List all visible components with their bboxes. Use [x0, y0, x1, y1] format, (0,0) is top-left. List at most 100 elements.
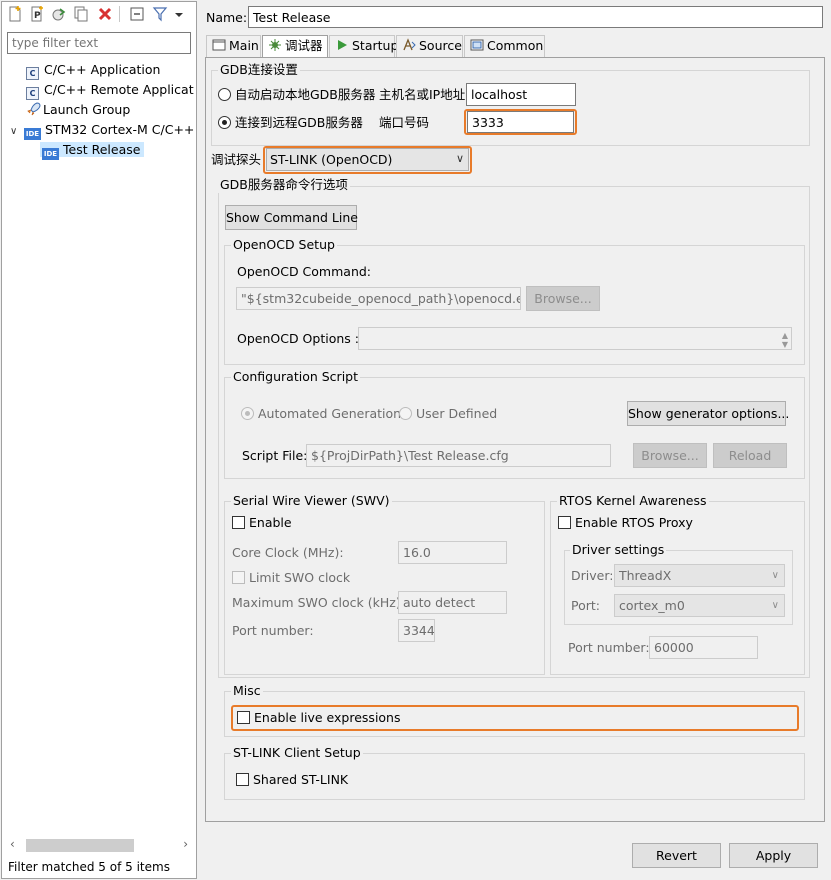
- host-label: 主机名或IP地址: [379, 87, 466, 102]
- openocd-browse-button[interactable]: Browse...: [526, 286, 600, 311]
- config-script-title: Configuration Script: [231, 369, 360, 385]
- filter-icon[interactable]: [152, 6, 168, 22]
- driver-select[interactable]: ThreadX ∨: [614, 564, 785, 587]
- swv-enable-checkbox[interactable]: Enable: [232, 515, 292, 531]
- toolbar-separator: [119, 6, 120, 22]
- chevron-down-icon: ∨: [771, 600, 779, 611]
- rtos-port-label: Port:: [571, 598, 600, 613]
- script-file-label: Script File:: [242, 448, 308, 463]
- collapse-all-icon[interactable]: [129, 6, 145, 22]
- tree-item-test-release[interactable]: IDE Test Release: [40, 140, 145, 160]
- tab-debugger[interactable]: 调试器: [262, 35, 328, 58]
- script-file-field[interactable]: ${ProjDirPath}\Test Release.cfg: [306, 444, 611, 467]
- port-label: 端口号码: [379, 115, 430, 130]
- tree-item-launch-group[interactable]: Launch Group: [26, 100, 130, 120]
- checkbox-icon: [232, 516, 245, 529]
- debug-probe-label: 调试探头: [211, 152, 262, 167]
- core-clock-label: Core Clock (MHz):: [232, 545, 344, 560]
- name-label: Name:: [206, 10, 248, 25]
- filter-input[interactable]: [7, 32, 191, 54]
- main-tab-icon: [212, 39, 226, 51]
- launch-config-panel: P CC/C++ Application CC/C++ Remote Appli…: [1, 1, 197, 879]
- tab-main[interactable]: Main: [206, 35, 261, 57]
- shared-stlink-checkbox[interactable]: Shared ST-LINK: [236, 772, 348, 788]
- live-expressions-highlight: [231, 705, 799, 731]
- swv-port-label: Port number:: [232, 623, 314, 638]
- show-command-line-button[interactable]: Show Command Line: [225, 205, 358, 230]
- driver-settings-title: Driver settings: [570, 542, 667, 558]
- stlink-client-title: ST-LINK Client Setup: [231, 745, 363, 761]
- swv-title: Serial Wire Viewer (SWV): [231, 493, 392, 509]
- c-icon: C: [26, 87, 39, 100]
- limit-swo-checkbox[interactable]: Limit SWO clock: [232, 570, 350, 586]
- automated-generation-radio[interactable]: Automated Generation: [241, 406, 401, 422]
- common-tab-icon: [470, 39, 484, 51]
- tree-item-cpp-remote-application[interactable]: CC/C++ Remote Application: [26, 80, 194, 100]
- rtos-title: RTOS Kernel Awareness: [557, 493, 709, 509]
- tab-common[interactable]: Common: [464, 35, 545, 57]
- radio-icon: [399, 407, 412, 420]
- scroll-left-icon[interactable]: ‹: [10, 837, 15, 851]
- port-highlight: [464, 109, 577, 135]
- rtos-port-number-label: Port number:: [568, 640, 650, 655]
- apply-button[interactable]: Apply: [729, 843, 818, 868]
- tab-startup[interactable]: Startup: [329, 35, 398, 57]
- openocd-options-label: OpenOCD Options :: [237, 331, 359, 346]
- radio-icon: [218, 88, 231, 101]
- scroll-right-icon[interactable]: ›: [183, 837, 188, 851]
- rtos-port-select[interactable]: cortex_m0 ∨: [614, 594, 785, 617]
- driver-label: Driver:: [571, 568, 614, 583]
- core-clock-field[interactable]: 16.0: [398, 541, 507, 564]
- startup-tab-icon: [338, 40, 347, 50]
- auto-start-radio[interactable]: 自动启动本地GDB服务器: [218, 87, 375, 103]
- new-prototype-icon[interactable]: P: [29, 6, 45, 22]
- rocket-icon: [27, 102, 41, 116]
- filter-status: Filter matched 5 of 5 items: [8, 860, 170, 874]
- checkbox-icon: [558, 516, 571, 529]
- chevron-down-icon[interactable]: ∨: [10, 122, 24, 140]
- tab-source[interactable]: Source: [396, 35, 463, 57]
- debug-probe-highlight: [263, 146, 472, 174]
- openocd-options-field[interactable]: ▲ ▼: [358, 327, 792, 350]
- ide-icon: IDE: [24, 128, 41, 140]
- openocd-setup-title: OpenOCD Setup: [231, 237, 337, 253]
- svg-text:P: P: [34, 11, 41, 21]
- swv-port-field[interactable]: 3344: [398, 619, 435, 642]
- checkbox-icon: [232, 571, 245, 584]
- new-config-icon[interactable]: [7, 6, 23, 22]
- enable-rtos-proxy-checkbox[interactable]: Enable RTOS Proxy: [558, 515, 693, 531]
- openocd-command-field[interactable]: "${stm32cubeide_openocd_path}\openocd.ex…: [236, 287, 521, 310]
- duplicate-config-icon[interactable]: [73, 6, 89, 22]
- user-defined-radio[interactable]: User Defined: [399, 406, 497, 422]
- revert-button[interactable]: Revert: [632, 843, 721, 868]
- connect-remote-radio[interactable]: 连接到远程GDB服务器: [218, 115, 363, 131]
- delete-config-icon[interactable]: [97, 6, 113, 22]
- radio-selected-icon: [218, 116, 231, 129]
- show-generator-options-button[interactable]: Show generator options...: [627, 401, 789, 426]
- host-input[interactable]: localhost: [466, 83, 576, 106]
- name-field[interactable]: Test Release: [248, 6, 823, 28]
- view-menu-icon[interactable]: [174, 6, 184, 22]
- export-config-icon[interactable]: [51, 6, 67, 22]
- chevron-down-icon: ∨: [771, 570, 779, 581]
- spinner-down-icon: ▼: [781, 340, 788, 349]
- max-swo-label: Maximum SWO clock (kHz):: [232, 595, 405, 610]
- script-reload-button[interactable]: Reload: [713, 443, 787, 468]
- gdb-connection-title: GDB连接设置: [218, 62, 300, 78]
- c-icon: C: [26, 67, 39, 80]
- openocd-command-label: OpenOCD Command:: [237, 264, 372, 279]
- rtos-port-number-field[interactable]: 60000: [649, 636, 758, 659]
- horizontal-scrollbar[interactable]: ‹ ›: [8, 837, 190, 853]
- source-tab-icon: [403, 38, 416, 51]
- gdb-server-options-title: GDB服务器命令行选项: [218, 177, 350, 193]
- tree-item-stm32-cortex-m[interactable]: ∨ IDE STM32 Cortex-M C/C++: [10, 120, 194, 140]
- scrollbar-thumb[interactable]: [26, 839, 134, 852]
- checkbox-icon: [236, 773, 249, 786]
- script-browse-button[interactable]: Browse...: [633, 443, 707, 468]
- tree-item-cpp-application[interactable]: C C/C++ Application: [26, 60, 160, 80]
- ide-icon: IDE: [42, 148, 59, 160]
- debugger-tab-icon: [269, 39, 281, 51]
- misc-title: Misc: [231, 683, 263, 699]
- max-swo-field[interactable]: auto detect: [398, 591, 507, 614]
- radio-selected-icon: [241, 407, 254, 420]
